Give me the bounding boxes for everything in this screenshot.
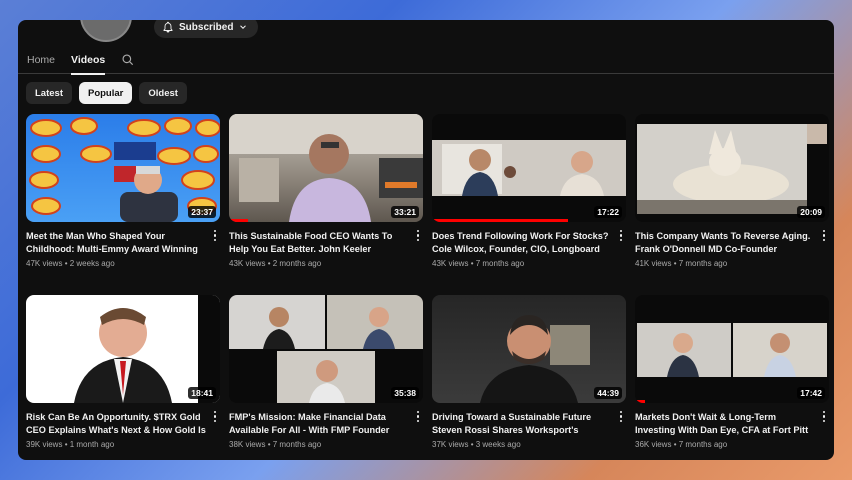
view-count: 43K views <box>229 259 266 268</box>
duration-badge: 17:42 <box>797 387 825 399</box>
subscribed-button[interactable]: Subscribed <box>154 20 259 38</box>
video-thumbnail[interactable]: 17:42 <box>635 295 829 403</box>
upload-age: 2 months ago <box>272 259 322 268</box>
video-thumbnail[interactable]: 20:09 <box>635 114 829 222</box>
upload-age: 7 months ago <box>272 440 322 449</box>
kebab-icon[interactable] <box>616 230 626 244</box>
kebab-icon[interactable] <box>819 230 829 244</box>
view-count: 36K views <box>635 440 672 449</box>
view-count: 37K views <box>432 440 469 449</box>
video-title[interactable]: Risk Can Be An Opportunity. $TRX Gold CE… <box>26 411 206 436</box>
kebab-icon[interactable] <box>413 230 423 244</box>
chip-latest[interactable]: Latest <box>26 82 72 104</box>
upload-age: 1 month ago <box>69 440 115 449</box>
kebab-icon[interactable] <box>616 411 626 425</box>
video-card[interactable]: 20:09 This Company Wants To Reverse Agin… <box>635 114 829 268</box>
video-stats: 47K views • 2 weeks ago <box>26 259 115 268</box>
video-title[interactable]: Markets Don't Wait & Long-Term Investing… <box>635 411 815 436</box>
kebab-icon[interactable] <box>210 230 220 244</box>
tab-home[interactable]: Home <box>27 46 55 74</box>
kebab-icon[interactable] <box>413 411 423 425</box>
kebab-icon[interactable] <box>819 411 829 425</box>
video-title[interactable]: This Company Wants To Reverse Aging. Fra… <box>635 230 815 255</box>
duration-badge: 35:38 <box>391 387 419 399</box>
chevron-down-icon <box>240 25 247 29</box>
upload-age: 2 weeks ago <box>69 259 115 268</box>
view-count: 38K views <box>229 440 266 449</box>
chip-oldest[interactable]: Oldest <box>139 82 187 104</box>
sort-chips: Latest Popular Oldest <box>26 82 187 104</box>
video-stats: 41K views • 7 months ago <box>635 259 728 268</box>
video-stats: 43K views • 7 months ago <box>432 259 525 268</box>
bell-icon <box>163 21 173 33</box>
video-thumbnail[interactable]: 17:22 <box>432 114 626 222</box>
video-card[interactable]: 17:42 Markets Don't Wait & Long-Term Inv… <box>635 295 829 449</box>
duration-badge: 44:39 <box>594 387 622 399</box>
video-card[interactable]: 18:41 Risk Can Be An Opportunity. $TRX G… <box>26 295 220 449</box>
duration-badge: 20:09 <box>797 206 825 218</box>
video-title[interactable]: Meet the Man Who Shaped Your Childhood: … <box>26 230 206 255</box>
video-stats: 43K views • 2 months ago <box>229 259 322 268</box>
kebab-icon[interactable] <box>210 411 220 425</box>
duration-badge: 18:41 <box>188 387 216 399</box>
video-thumbnail[interactable]: 23:37 <box>26 114 220 222</box>
video-title[interactable]: FMP's Mission: Make Financial Data Avail… <box>229 411 409 436</box>
upload-age: 7 months ago <box>678 440 728 449</box>
subscribed-label: Subscribed <box>179 21 234 33</box>
upload-age: 7 months ago <box>678 259 728 268</box>
chip-popular[interactable]: Popular <box>78 82 133 104</box>
duration-badge: 23:37 <box>188 206 216 218</box>
view-count: 47K views <box>26 259 63 268</box>
video-card[interactable]: 35:38 FMP's Mission: Make Financial Data… <box>229 295 423 449</box>
video-stats: 38K views • 7 months ago <box>229 440 322 449</box>
video-thumbnail[interactable]: 35:38 <box>229 295 423 403</box>
view-count: 43K views <box>432 259 469 268</box>
view-count: 41K views <box>635 259 672 268</box>
youtube-window: Subscribed Home Videos Latest Popular Ol… <box>18 20 834 460</box>
video-card[interactable]: 33:21 This Sustainable Food CEO Wants To… <box>229 114 423 268</box>
tab-videos[interactable]: Videos <box>71 46 106 75</box>
video-stats: 39K views • 1 month ago <box>26 440 115 449</box>
video-card[interactable]: 17:22 Does Trend Following Work For Stoc… <box>432 114 626 268</box>
search-icon[interactable] <box>121 53 135 67</box>
video-title[interactable]: This Sustainable Food CEO Wants To Help … <box>229 230 409 255</box>
duration-badge: 17:22 <box>594 206 622 218</box>
video-title[interactable]: Driving Toward a Sustainable Future Stev… <box>432 411 612 436</box>
video-thumbnail[interactable]: 18:41 <box>26 295 220 403</box>
upload-age: 7 months ago <box>475 259 525 268</box>
video-stats: 37K views • 3 weeks ago <box>432 440 521 449</box>
video-card[interactable]: 23:37 Meet the Man Who Shaped Your Child… <box>26 114 220 268</box>
video-thumbnail[interactable]: 44:39 <box>432 295 626 403</box>
view-count: 39K views <box>26 440 63 449</box>
video-card[interactable]: 44:39 Driving Toward a Sustainable Futur… <box>432 295 626 449</box>
upload-age: 3 weeks ago <box>475 440 521 449</box>
video-thumbnail[interactable]: 33:21 <box>229 114 423 222</box>
video-stats: 36K views • 7 months ago <box>635 440 728 449</box>
channel-avatar[interactable] <box>80 20 132 42</box>
duration-badge: 33:21 <box>391 206 419 218</box>
channel-tabs: Home Videos <box>18 46 834 75</box>
video-title[interactable]: Does Trend Following Work For Stocks? Co… <box>432 230 612 255</box>
